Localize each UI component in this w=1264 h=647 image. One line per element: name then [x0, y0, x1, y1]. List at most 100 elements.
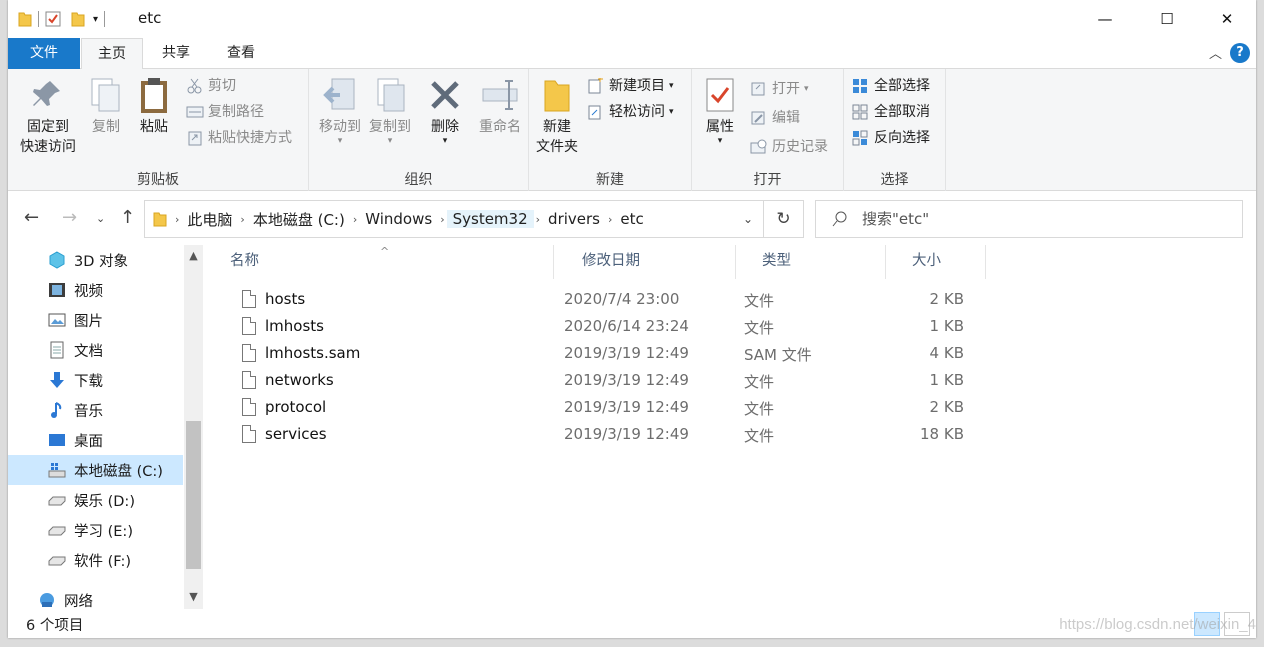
help-button[interactable]: ?	[1230, 43, 1250, 63]
address-bar[interactable]: › 此电脑 › 本地磁盘 (C:) › Windows › System32 ›…	[144, 200, 764, 238]
search-box[interactable]	[815, 200, 1243, 238]
file-row[interactable]: protocol 2019/3/19 12:49 文件 2 KB	[230, 394, 990, 421]
select-all-button[interactable]: 全部选择	[852, 75, 930, 97]
file-row[interactable]: hosts 2020/7/4 23:00 文件 2 KB	[230, 286, 990, 313]
new-folder-button[interactable]: 新建 文件夹	[533, 75, 581, 157]
rename-label: 重命名	[479, 119, 521, 135]
desktop-icon	[48, 431, 66, 449]
paste-shortcut-button[interactable]: 粘贴快捷方式	[186, 127, 292, 149]
properties-button[interactable]: 属性 ▾	[700, 75, 740, 146]
chevron-right-icon[interactable]: ›	[606, 213, 614, 226]
chevron-right-icon[interactable]: ›	[173, 213, 181, 226]
nav-item-downloads[interactable]: 下载	[8, 365, 183, 395]
tab-file[interactable]: 文件	[8, 38, 80, 69]
open-label: 打开	[772, 81, 800, 97]
copy-to-button[interactable]: 复制到 ▾	[365, 75, 415, 146]
nav-item-drive-c[interactable]: 本地磁盘 (C:)	[8, 455, 183, 485]
nav-item-pictures[interactable]: 图片	[8, 305, 183, 335]
invert-selection-button[interactable]: 反向选择	[852, 127, 930, 149]
chevron-right-icon[interactable]: ›	[438, 213, 446, 226]
nav-item-music[interactable]: 音乐	[8, 395, 183, 425]
column-header-size[interactable]: 大小	[886, 245, 986, 279]
3d-objects-icon	[48, 251, 66, 269]
nav-item-desktop[interactable]: 桌面	[8, 425, 183, 455]
delete-button[interactable]: 删除 ▾	[425, 75, 465, 146]
copy-button[interactable]: 复制	[86, 75, 126, 137]
file-type: 文件	[744, 292, 775, 310]
file-type: 文件	[744, 373, 775, 391]
chevron-right-icon[interactable]: ›	[534, 213, 542, 226]
column-header-date[interactable]: 修改日期	[556, 245, 736, 279]
easy-access-icon	[587, 104, 605, 120]
open-button[interactable]: 打开 ▾	[750, 78, 809, 100]
nav-item-drive-d[interactable]: 娱乐 (D:)	[8, 485, 183, 515]
column-size-label: 大小	[912, 253, 941, 269]
nav-item-drive-f[interactable]: 软件 (F:)	[8, 545, 183, 575]
move-to-button[interactable]: 移动到 ▾	[315, 75, 365, 146]
breadcrumb-drivers[interactable]: drivers	[542, 210, 606, 228]
tab-share[interactable]: 共享	[148, 38, 204, 69]
history-label: 历史记录	[772, 139, 828, 155]
easy-access-dropdown-icon: ▾	[669, 107, 674, 117]
up-arrow-icon[interactable]: ↑	[120, 207, 135, 228]
new-item-button[interactable]: 新建项目 ▾	[587, 75, 674, 97]
nav-item-drive-e[interactable]: 学习 (E:)	[8, 515, 183, 545]
easy-access-button[interactable]: 轻松访问 ▾	[587, 101, 674, 123]
paste-button[interactable]: 粘贴	[134, 75, 174, 137]
scroll-down-icon[interactable]: ▼	[184, 588, 203, 606]
file-size: 18 KB	[920, 425, 964, 443]
forward-arrow-icon[interactable]: →	[62, 207, 77, 228]
file-type: 文件	[744, 319, 775, 337]
cut-button[interactable]: 剪切	[186, 75, 236, 97]
easy-access-label: 轻松访问	[609, 104, 665, 120]
file-row[interactable]: lmhosts.sam 2019/3/19 12:49 SAM 文件 4 KB	[230, 340, 990, 367]
scroll-up-icon[interactable]: ▲	[184, 247, 203, 265]
breadcrumb-this-pc[interactable]: 此电脑	[181, 209, 238, 230]
column-date-label: 修改日期	[582, 253, 640, 269]
pin-quick-access-button[interactable]: 固定到 快速访问	[16, 75, 80, 157]
copy-path-button[interactable]: 复制路径	[186, 101, 264, 123]
recent-locations-chevron-icon[interactable]: ⌄	[96, 212, 105, 225]
nav-item-label: 软件 (F:)	[74, 553, 132, 570]
tab-view[interactable]: 查看	[212, 38, 270, 69]
nav-item-documents[interactable]: 文档	[8, 335, 183, 365]
breadcrumb-etc[interactable]: etc	[614, 210, 649, 228]
breadcrumb-windows[interactable]: Windows	[359, 210, 438, 228]
nav-item-label: 网络	[64, 593, 93, 610]
chevron-right-icon[interactable]: ›	[351, 213, 359, 226]
column-header-name[interactable]: 名称 ^	[204, 245, 554, 279]
properties-quick-icon[interactable]	[45, 11, 61, 27]
maximize-button[interactable]: ☐	[1138, 0, 1196, 38]
select-none-button[interactable]: 全部取消	[852, 101, 930, 123]
cut-label: 剪切	[208, 78, 236, 94]
rename-button[interactable]: 重命名	[475, 75, 525, 137]
file-name: hosts	[265, 290, 306, 308]
nav-item-video[interactable]: 视频	[8, 275, 183, 305]
collapse-ribbon-icon[interactable]: ︿	[1209, 43, 1222, 62]
address-dropdown-chevron-icon[interactable]: ⌄	[743, 212, 753, 226]
back-arrow-icon[interactable]: ←	[24, 207, 39, 228]
file-row[interactable]: lmhosts 2020/6/14 23:24 文件 1 KB	[230, 313, 990, 340]
paste-shortcut-label: 粘贴快捷方式	[208, 130, 292, 146]
file-date: 2020/6/14 23:24	[564, 317, 689, 335]
edit-button[interactable]: 编辑	[750, 107, 800, 129]
breadcrumb-system32[interactable]: System32	[446, 210, 534, 228]
close-button[interactable]: ✕	[1198, 0, 1256, 38]
tab-home[interactable]: 主页	[81, 38, 143, 70]
new-folder-quick-icon[interactable]	[71, 11, 85, 27]
nav-item-3d-objects[interactable]: 3D 对象	[8, 245, 183, 275]
search-input[interactable]	[862, 210, 1202, 228]
chevron-right-icon[interactable]: ›	[238, 213, 246, 226]
file-row[interactable]: networks 2019/3/19 12:49 文件 1 KB	[230, 367, 990, 394]
history-button[interactable]: 历史记录	[750, 136, 828, 158]
minimize-button[interactable]: —	[1076, 0, 1134, 38]
file-row[interactable]: services 2019/3/19 12:49 文件 18 KB	[230, 421, 990, 448]
customize-toolbar-dropdown[interactable]: ▾	[93, 14, 98, 25]
nav-scrollbar[interactable]: ▲ ▼	[184, 245, 203, 609]
column-header-type[interactable]: 类型	[736, 245, 886, 279]
refresh-icon[interactable]: ↻	[764, 200, 804, 238]
scrollbar-thumb[interactable]	[186, 421, 201, 569]
navigation-bar: ← → ⌄ ↑ › 此电脑 › 本地磁盘 (C:) › Windows › Sy…	[8, 191, 1256, 245]
new-folder-label-1: 新建	[543, 119, 571, 135]
breadcrumb-drive-c[interactable]: 本地磁盘 (C:)	[247, 209, 351, 230]
